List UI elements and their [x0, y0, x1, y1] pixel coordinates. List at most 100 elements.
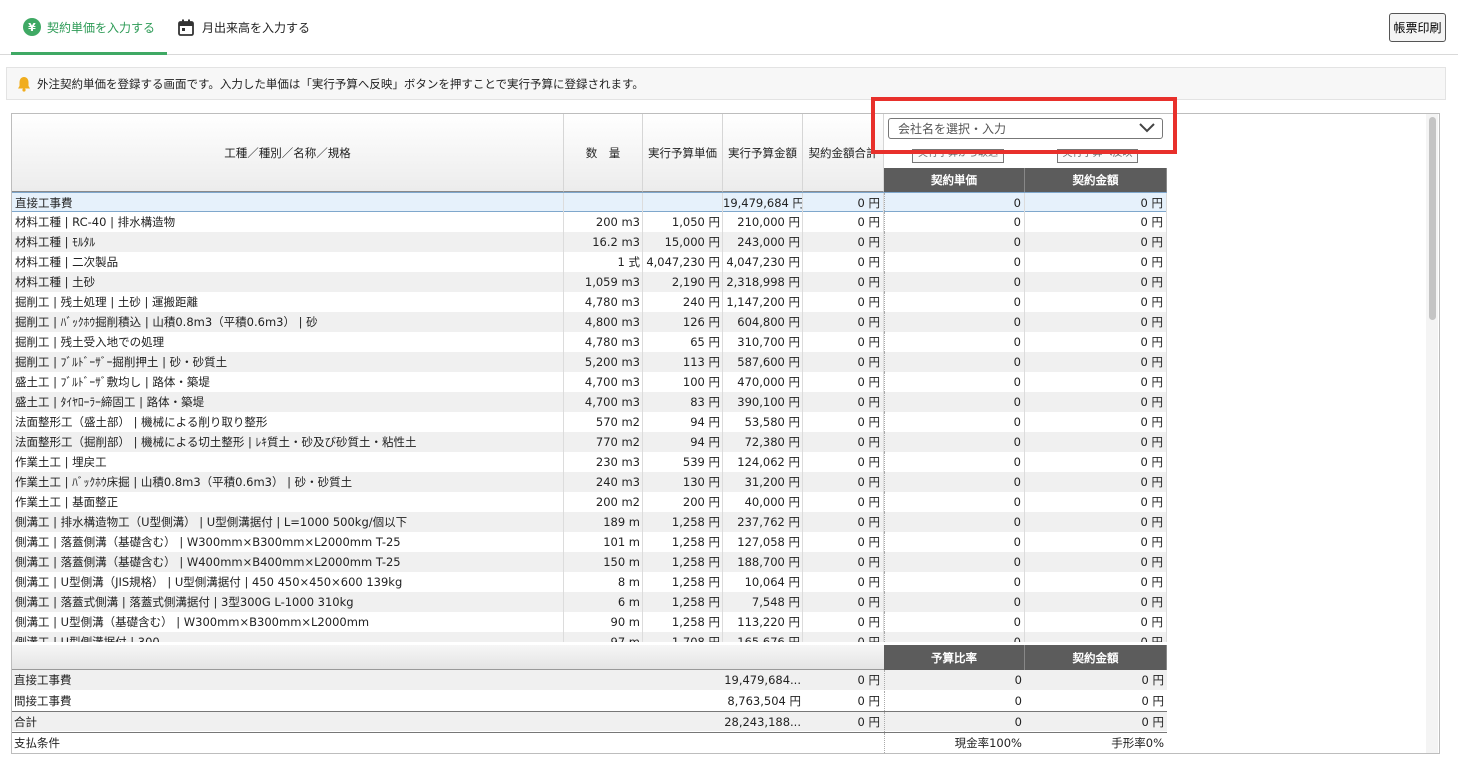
cell-ca[interactable]: 0 円	[1025, 212, 1167, 232]
cell-sum: 0 円	[803, 512, 884, 532]
table-row[interactable]: 側溝工 | 落蓋式側溝 | 落蓋式側溝据付 | 3型300G L-1000 31…	[12, 592, 1167, 612]
cell-ca[interactable]: 0 円	[1025, 612, 1167, 632]
cell-cu[interactable]: 0	[884, 472, 1025, 492]
cell-ca[interactable]: 0 円	[1025, 632, 1167, 642]
table-row[interactable]: 作業土工 | 基面整正 200 m2 200 円 40,000 円0 円00 円	[12, 492, 1167, 512]
cell-ca[interactable]: 0 円	[1025, 193, 1167, 213]
cell-cu[interactable]: 0	[884, 392, 1025, 412]
table-row[interactable]: 材料工種 | ﾓﾙﾀﾙ 16.2 m3 15,000 円 243,000 円0 円00…	[12, 232, 1167, 252]
table-row[interactable]: 直接工事費 19,479,684 円0 円00 円	[12, 192, 1167, 213]
cell-name: 掘削工 | ﾊﾞｯｸﾎｳ掘削積込 | 山積0.8m3（平積0.6m3） | 砂	[12, 312, 564, 332]
cell-cu[interactable]: 0	[884, 232, 1025, 252]
table-row[interactable]: 材料工種 | RC-40 | 排水構造物 200 m3 1,050 円 210,000…	[12, 212, 1167, 232]
cell-cu[interactable]: 0	[884, 452, 1025, 472]
cell-cu[interactable]: 0	[884, 272, 1025, 292]
cell-cu[interactable]: 0	[884, 292, 1025, 312]
cell-cu[interactable]: 0	[884, 592, 1025, 612]
column-header-name: 工種／種別／名称／規格	[12, 114, 564, 192]
cell-amt: 210,000 円	[723, 212, 803, 232]
cell-cu[interactable]: 0	[884, 432, 1025, 452]
cell-ca[interactable]: 0 円	[1025, 312, 1167, 332]
table-row[interactable]: 法面整形工（盛土部） | 機械による削り取り整形 570 m2 94 円 53,580…	[12, 412, 1167, 432]
cell-cu[interactable]: 0	[884, 572, 1025, 592]
cell-cu[interactable]: 0	[884, 252, 1025, 272]
tab-monthly-progress[interactable]: 月出来高を入力する	[178, 0, 328, 54]
cell-ca[interactable]: 0 円	[1025, 272, 1167, 292]
reflect-to-budget-button[interactable]: 実行予算へ反映	[1057, 149, 1138, 163]
column-header-summary-amount: 契約金額	[1025, 645, 1167, 670]
table-row[interactable]: 側溝工 | U型側溝据付 | 300 97 m 1,708 円 165,676 円0 …	[12, 632, 1167, 642]
cell-cu[interactable]: 0	[884, 512, 1025, 532]
scrollbar-thumb[interactable]	[1429, 117, 1436, 320]
table-row[interactable]: 法面整形工（掘削部） | 機械による切土整形 | ﾚｷ質土・砂及び砂質土・粘性土…	[12, 432, 1167, 452]
cell-ca[interactable]: 0 円	[1025, 452, 1167, 472]
table-row[interactable]: 側溝工 | U型側溝（JIS規格） | U型側溝据付 | 450 450×450…	[12, 572, 1167, 592]
table-row[interactable]: 側溝工 | 排水構造物工（U型側溝） | U型側溝据付 | L=1000 500…	[12, 512, 1167, 532]
cell-qty: 5,200 m3	[564, 352, 643, 372]
table-row[interactable]: 掘削工 | ﾌﾞﾙﾄﾞｰｻﾞｰ掘削押土 | 砂・砂質土 5,200 m3 113 円…	[12, 352, 1167, 372]
cell-ca[interactable]: 0 円	[1025, 332, 1167, 352]
cell-cu[interactable]: 0	[884, 212, 1025, 232]
cell-cu[interactable]: 0	[884, 352, 1025, 372]
table-row[interactable]: 掘削工 | 残土受入地での処理 4,780 m3 65 円 310,700 円0 円0…	[12, 332, 1167, 352]
table-row[interactable]: 掘削工 | ﾊﾞｯｸﾎｳ掘削積込 | 山積0.8m3（平積0.6m3） | 砂4…	[12, 312, 1167, 332]
cell-sum: 0 円	[803, 532, 884, 552]
cell-ca[interactable]: 0 円	[1025, 352, 1167, 372]
cell-ca[interactable]: 0 円	[1025, 552, 1167, 572]
print-report-button[interactable]: 帳票印刷	[1389, 13, 1446, 42]
cell-name: 盛土工 | ﾀｲﾔﾛｰﾗｰ締固工 | 路体・築堤	[12, 392, 564, 412]
table-row[interactable]: 材料工種 | 二次製品 1 式 4,047,230 円 4,047,230 円0 円0…	[12, 252, 1167, 272]
summary-cell-ca: 手形率0%	[1111, 735, 1164, 750]
cell-cu[interactable]: 0	[884, 332, 1025, 352]
cell-name: 作業土工 | 基面整正	[12, 492, 564, 512]
cell-ca[interactable]: 0 円	[1025, 532, 1167, 552]
cell-sum: 0 円	[803, 472, 884, 492]
table-row[interactable]: 盛土工 | ﾀｲﾔﾛｰﾗｰ締固工 | 路体・築堤 4,700 m3 83 円 390,…	[12, 392, 1167, 412]
table-row[interactable]: 材料工種 | 土砂 1,059 m3 2,190 円 2,318,998 円0 円00…	[12, 272, 1167, 292]
cell-cu[interactable]: 0	[884, 532, 1025, 552]
cell-cu[interactable]: 0	[884, 612, 1025, 632]
cell-cu[interactable]: 0	[884, 552, 1025, 572]
cell-ca[interactable]: 0 円	[1025, 252, 1167, 272]
cell-unit: 1,258 円	[643, 512, 723, 532]
cell-ca[interactable]: 0 円	[1025, 432, 1167, 452]
tab-label: 契約単価を入力する	[47, 20, 156, 35]
company-select[interactable]: 会社名を選択・入力	[888, 118, 1163, 139]
table-row[interactable]: 側溝工 | 落蓋側溝（基礎含む） | W400mm×B400mm×L2000mm…	[12, 552, 1167, 572]
cell-cu[interactable]: 0	[884, 312, 1025, 332]
bell-icon	[18, 76, 30, 92]
yen-icon: ¥	[23, 18, 41, 36]
tab-contract-unit-price[interactable]: ¥ 契約単価を入力する	[11, 0, 167, 55]
cell-ca[interactable]: 0 円	[1025, 592, 1167, 612]
cell-ca[interactable]: 0 円	[1025, 492, 1167, 512]
cell-ca[interactable]: 0 円	[1025, 412, 1167, 432]
cell-ca[interactable]: 0 円	[1025, 232, 1167, 252]
cell-sum: 0 円	[803, 432, 884, 452]
cell-cu[interactable]: 0	[884, 372, 1025, 392]
import-from-budget-button[interactable]: 実行予算から取込	[912, 149, 1004, 163]
table-row[interactable]: 作業土工 | ﾊﾞｯｸﾎｳ床掘 | 山積0.8m3（平積0.6m3） | 砂・砂…	[12, 472, 1167, 492]
table-row[interactable]: 側溝工 | 落蓋側溝（基礎含む） | W300mm×B300mm×L2000mm…	[12, 532, 1167, 552]
table-row[interactable]: 掘削工 | 残土処理 | 土砂 | 運搬距離 4,780 m3 240 円 1,147…	[12, 292, 1167, 312]
cell-qty: 97 m	[564, 632, 643, 642]
cell-ca[interactable]: 0 円	[1025, 512, 1167, 532]
cell-cu[interactable]: 0	[884, 193, 1025, 213]
cell-name: 材料工種 | 土砂	[12, 272, 564, 292]
cell-cu[interactable]: 0	[884, 412, 1025, 432]
cell-ca[interactable]: 0 円	[1025, 292, 1167, 312]
table-row[interactable]: 盛土工 | ﾌﾞﾙﾄﾞｰｻﾞ敷均し | 路体・築堤 4,700 m3 100 円 47…	[12, 372, 1167, 392]
cell-qty: 6 m	[564, 592, 643, 612]
cell-sum: 0 円	[803, 552, 884, 572]
cell-ca[interactable]: 0 円	[1025, 572, 1167, 592]
table-row[interactable]: 作業土工 | 埋戻工 230 m3 539 円 124,062 円0 円00 円	[12, 452, 1167, 472]
cell-ca[interactable]: 0 円	[1025, 372, 1167, 392]
cell-qty: 4,780 m3	[564, 292, 643, 312]
cell-sum: 0 円	[803, 272, 884, 292]
cell-name: 法面整形工（掘削部） | 機械による切土整形 | ﾚｷ質土・砂及び砂質土・粘性土	[12, 432, 564, 452]
cell-ca[interactable]: 0 円	[1025, 472, 1167, 492]
cell-cu[interactable]: 0	[884, 492, 1025, 512]
cell-ca[interactable]: 0 円	[1025, 392, 1167, 412]
cell-cu[interactable]: 0	[884, 632, 1025, 642]
table-row[interactable]: 側溝工 | U型側溝（基礎含む） | W300mm×B300mm×L2000mm…	[12, 612, 1167, 632]
cell-name: 掘削工 | 残土受入地での処理	[12, 332, 564, 352]
